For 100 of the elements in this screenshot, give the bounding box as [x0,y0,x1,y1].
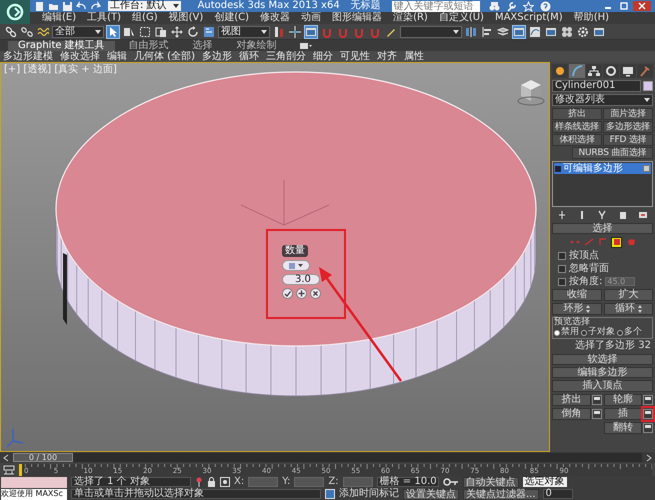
modifier-button[interactable]: FFD 选择 [603,134,653,146]
configure-icon[interactable] [638,210,648,220]
amount-field[interactable]: 3.0 [282,274,320,285]
undo-icon[interactable] [76,0,87,12]
save-icon[interactable] [62,0,73,12]
modifier-button[interactable]: NURBS 曲面选择 [572,147,653,159]
ribbon-panel-tab[interactable]: 几何体 (全部) [134,52,195,62]
rollout-header[interactable]: 编辑多边形 [552,367,653,378]
lock-icon[interactable] [207,477,216,487]
binoculars-icon[interactable] [488,0,500,12]
ribbon-panel-tab[interactable]: 三角剖分 [266,52,306,62]
settings-icon[interactable] [643,423,653,433]
key-icon[interactable] [442,478,459,486]
help-icon[interactable] [540,0,551,12]
settings-icon[interactable] [643,409,653,419]
menu-item[interactable]: 工具(T) [87,13,122,23]
ribbon-tab[interactable]: 选择 [182,41,223,51]
ribbon-panel-tab[interactable]: 修改选择 [60,52,100,62]
time-marker[interactable] [19,464,22,476]
sun-icon[interactable] [554,65,566,77]
polygon-icon[interactable] [612,237,622,247]
insert-vertex-button[interactable]: 插入顶点 [552,380,653,392]
time-tag-link[interactable]: 添加时间标记 [339,489,399,499]
object-name-field[interactable]: Cylinder001 [552,80,641,92]
rollout-header[interactable]: 软选择 [552,354,653,365]
time-slider-track[interactable]: 0 / 100 [13,453,642,462]
operation-button[interactable]: 翻转 [604,422,642,434]
ribbon-panel-tab[interactable]: 循环 [238,52,259,62]
modifier-button[interactable]: 体积选择 [552,134,602,146]
selection-filter-dropdown[interactable]: 全部 [52,26,104,38]
set-key-button[interactable]: 设置关键点 [403,488,459,500]
menu-item[interactable]: MAXScript(M) [494,13,563,23]
checkbox[interactable] [558,264,566,272]
ribbon-tab[interactable]: 对象绘制 [226,41,287,51]
circle-icon[interactable] [605,65,617,77]
spinner-button[interactable]: 循环 [604,303,653,315]
star-icon[interactable] [522,0,534,12]
key-mode-dropdown[interactable]: 选定对象 [522,477,567,487]
coordinate-field[interactable] [342,477,373,487]
auto-key-button[interactable]: 自动关键点 [462,476,519,488]
coordinate-field[interactable] [294,477,324,487]
rollout-button[interactable]: 收缩 [552,289,602,301]
new-file-icon[interactable] [34,0,45,12]
settings-icon[interactable] [643,395,653,405]
checkbox[interactable] [558,278,566,286]
pin-icon[interactable] [195,477,203,487]
time-slider-thumb[interactable]: 0 / 100 [13,453,73,462]
modifier-button[interactable]: 面片选择 [603,108,653,120]
absolute-mode-icon[interactable] [220,477,230,487]
menu-item[interactable]: 视图(V) [168,13,204,23]
menu-item[interactable]: 动画 [301,13,322,23]
rollout-header[interactable]: 选择 [552,223,653,234]
stack-item[interactable]: 可编辑多边形 [554,163,651,174]
radio-option[interactable]: 禁用 [554,328,579,337]
hammer-icon[interactable] [639,65,651,77]
radio-button[interactable] [617,330,623,336]
modifier-button[interactable]: 挤出 [552,108,602,120]
wrench-icon[interactable] [506,0,517,12]
maxscript-prompt[interactable]: 欢迎使用 MAXSc [1,488,67,500]
menu-item[interactable]: 组(G) [132,13,158,23]
ribbon-panel-tab[interactable]: 可见性 [340,52,370,62]
redo-icon[interactable] [90,0,101,12]
workspace-dropdown[interactable]: 工作台: 默认 [108,1,181,11]
chevron-left-icon[interactable] [3,454,9,462]
operation-button[interactable]: 挤出 [552,394,590,406]
ribbon-panel-tab[interactable]: 编辑 [107,52,127,62]
operation-button[interactable]: 插 [604,408,642,420]
menu-item[interactable]: 图形编辑器 [332,13,382,23]
mode-dropdown[interactable] [282,260,310,271]
close-icon[interactable] [633,1,651,11]
ribbon-panel-tab[interactable]: 多边形 [202,52,232,62]
ribbon-panel-tab[interactable]: 细分 [312,52,333,62]
checkbox[interactable] [558,252,566,260]
ribbon-panel-tab[interactable]: 属性 [404,52,424,62]
menu-item[interactable]: 自定义(U) [438,13,484,23]
object-color-swatch[interactable] [643,81,653,91]
modifier-button[interactable]: 样条线选择 [552,121,602,133]
radio-button[interactable] [581,330,587,336]
maxscript-listener[interactable] [1,476,67,488]
trash-icon[interactable] [618,210,628,220]
radio-button[interactable] [554,330,560,336]
toggle-panel-icon[interactable] [298,42,313,51]
app-logo-icon[interactable] [0,0,30,24]
ribbon-tab[interactable]: Graphite 建模工具 [8,41,115,51]
radio-option[interactable]: 多个 [617,328,642,337]
settings-icon[interactable] [592,395,602,405]
frame-field[interactable]: 0 [542,489,573,499]
ribbon-panel-tab[interactable]: 多边形建模 [3,52,53,62]
key-filters-button[interactable]: 关键点过滤器... [463,488,539,500]
modifier-list-dropdown[interactable]: 修改器列表 [552,94,653,106]
operation-button[interactable]: 倒角 [552,408,590,420]
hierarchy-icon[interactable] [588,65,600,77]
spinner-button[interactable]: 环形 [552,303,602,315]
radio-option[interactable]: 子对象 [581,328,615,337]
pin-icon[interactable] [557,210,568,220]
menu-item[interactable]: 修改器 [260,13,290,23]
menu-item[interactable]: 渲染(R) [393,13,428,23]
menu-item[interactable]: 创建(C) [214,13,250,23]
monitor-icon[interactable] [622,65,634,77]
fork-icon[interactable] [597,210,608,220]
